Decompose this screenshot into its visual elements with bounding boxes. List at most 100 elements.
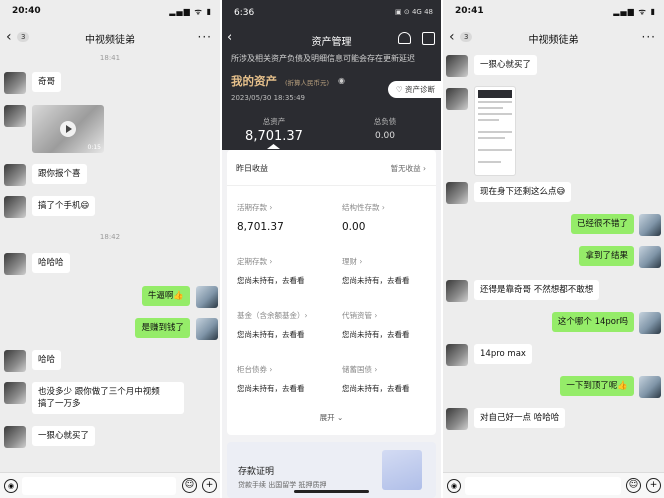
message-input[interactable] [465, 477, 621, 495]
home-indicator [294, 490, 369, 493]
asset-cell-fixed[interactable]: 定期存款 › 您尚未持有，去看看 [237, 256, 335, 286]
chat-input-bar: ◉ ☺ + [0, 472, 220, 498]
headset-icon[interactable] [398, 32, 411, 44]
avatar[interactable] [4, 72, 26, 94]
currency-unit: (折算人民币元) [285, 79, 330, 87]
message-bubble-outgoing[interactable]: 牛逼啊👍 [141, 286, 190, 306]
add-icon[interactable]: + [202, 478, 217, 493]
cell-label: 代销资管 › [342, 311, 378, 320]
chat-title: 中视频徒弟 [85, 35, 135, 46]
message-bubble[interactable]: 一狠心就买了 [474, 55, 538, 75]
asset-cell-demand[interactable]: 活期存款 › 8,701.37 [237, 202, 335, 233]
emoji-icon[interactable]: ☺ [626, 478, 641, 493]
total-assets-value: 8,701.37 [245, 129, 303, 144]
cell-label: 基金（含余额基金）› [237, 311, 308, 320]
message-line: 也没多少 跟你做了三个月中视频 [38, 387, 160, 397]
message-bubble[interactable]: 现在身下还剩这么点😅 [474, 182, 572, 202]
video-thumbnail[interactable]: 0:15 [32, 105, 104, 153]
timestamp: 18:42 [99, 233, 121, 241]
left-chat-panel: 20:40 ▂▄▆ ᯤ ▮ ‹ 3 中视频徒弟 ··· 18:41 奇哥 0:1… [0, 0, 220, 498]
deposit-proof-title: 存款证明 [238, 467, 275, 477]
avatar[interactable] [446, 408, 468, 430]
total-liabilities-label: 总负债 [373, 117, 397, 126]
cell-value: 您尚未持有，去看看 [237, 330, 305, 339]
asset-cell-fund[interactable]: 基金（含余额基金）› 您尚未持有，去看看 [237, 310, 335, 340]
cell-value: 您尚未持有，去看看 [237, 276, 305, 285]
avatar[interactable] [4, 164, 26, 186]
avatar[interactable] [446, 182, 468, 204]
status-time: 20:40 [12, 6, 41, 16]
message-input[interactable] [22, 477, 176, 495]
avatar-self[interactable] [196, 286, 218, 308]
message-bubble-outgoing[interactable]: 已经很不错了 [570, 214, 634, 234]
avatar[interactable] [4, 426, 26, 448]
message-bubble[interactable]: 14pro max [474, 344, 532, 364]
update-date: 2023/05/30 18:35:49 [231, 94, 306, 102]
message-bubble-outgoing[interactable]: 拿到了结果 [579, 246, 634, 266]
cell-label: 储蓄国债 › [342, 365, 378, 374]
screenshot-image[interactable] [474, 86, 516, 176]
voice-icon[interactable]: ◉ [447, 479, 461, 493]
message-bubble[interactable]: 一狠心就买了 [32, 426, 96, 446]
message-bubble[interactable]: 搞了个手机😄 [32, 196, 96, 216]
asset-cell-wealth[interactable]: 理财 › 您尚未持有，去看看 [342, 256, 440, 286]
avatar[interactable] [446, 280, 468, 302]
yesterday-earnings-row[interactable]: 昨日收益 暂无收益 › [227, 150, 436, 186]
asset-cell-savings-bonds[interactable]: 储蓄国债 › 您尚未持有，去看看 [342, 364, 440, 394]
message-bubble[interactable]: 跟你报个喜 [32, 164, 87, 184]
calendar-icon[interactable] [422, 32, 435, 45]
cell-value: 您尚未持有，去看看 [237, 384, 305, 393]
avatar-self[interactable] [639, 312, 661, 334]
total-liabilities-value: 0.00 [374, 131, 396, 141]
message-bubble[interactable]: 对自己好一点 哈哈哈 [474, 408, 566, 428]
avatar-self[interactable] [196, 318, 218, 340]
more-icon[interactable]: ··· [198, 30, 212, 44]
chat-header: ‹ 3 中视频徒弟 ··· [443, 26, 664, 50]
expand-button[interactable]: 展开 ⌄ [227, 412, 436, 423]
cell-value: 8,701.37 [237, 221, 284, 233]
avatar-self[interactable] [639, 214, 661, 236]
message-bubble[interactable]: 哈哈哈 [32, 253, 70, 273]
eye-icon[interactable]: ◉ [338, 76, 345, 85]
message-bubble-outgoing[interactable]: 这个哪个 14por吗 [551, 312, 634, 332]
message-bubble[interactable]: 还得是靠奇哥 不然想都不敢想 [474, 280, 600, 300]
asset-cell-structured[interactable]: 结构性存款 › 0.00 [342, 202, 440, 233]
add-icon[interactable]: + [646, 478, 661, 493]
chat-header: ‹ 3 中视频徒弟 ··· [0, 26, 220, 50]
avatar[interactable] [4, 350, 26, 372]
more-icon[interactable]: ··· [642, 30, 656, 44]
asset-diagnosis-label: 资产诊断 [405, 85, 435, 94]
my-assets-heading: 我的资产 [231, 74, 277, 88]
timestamp: 18:41 [99, 54, 121, 62]
avatar[interactable] [446, 88, 468, 110]
update-delay-notice: 所涉及相关资产负债及明细信息可能会存在更新延迟 [231, 54, 415, 63]
message-bubble-outgoing[interactable]: 一下到顶了呢👍 [560, 376, 634, 396]
message-bubble[interactable]: 奇哥 [32, 72, 62, 92]
status-icons: ▣ ⊙ 4G 48 [395, 8, 433, 16]
status-time: 20:41 [455, 6, 484, 16]
message-bubble[interactable]: 哈哈 [32, 350, 62, 370]
avatar-self[interactable] [639, 246, 661, 268]
yesterday-earnings-label: 昨日收益 [236, 164, 268, 173]
yesterday-earnings-value: 暂无收益 › [390, 164, 426, 173]
message-bubble-outgoing[interactable]: 是赚到钱了 [135, 318, 190, 338]
asset-cell-counter-bonds[interactable]: 柜台债券 › 您尚未持有，去看看 [237, 364, 335, 394]
avatar[interactable] [4, 196, 26, 218]
total-assets-label: 总资产 [262, 117, 286, 126]
total-liabilities: 总负债 0.00 [340, 116, 430, 141]
cell-value: 0.00 [342, 221, 366, 233]
avatar-self[interactable] [639, 376, 661, 398]
message-line: 搞了一万多 [38, 399, 81, 409]
asset-diagnosis-button[interactable]: ♡ 资产诊断 [387, 81, 441, 98]
voice-icon[interactable]: ◉ [4, 479, 18, 493]
avatar[interactable] [4, 382, 26, 404]
avatar[interactable] [446, 55, 468, 77]
cell-label: 结构性存款 › [342, 203, 385, 212]
avatar[interactable] [4, 253, 26, 275]
emoji-icon[interactable]: ☺ [182, 478, 197, 493]
avatar[interactable] [4, 105, 26, 127]
message-bubble[interactable]: 也没多少 跟你做了三个月中视频 搞了一万多 [32, 382, 184, 414]
avatar[interactable] [446, 344, 468, 366]
asset-cell-asset-management[interactable]: 代销资管 › 您尚未持有，去看看 [342, 310, 440, 340]
signal-wifi-battery-icon: ▂▄▆ ᯤ ▮ [613, 7, 656, 16]
